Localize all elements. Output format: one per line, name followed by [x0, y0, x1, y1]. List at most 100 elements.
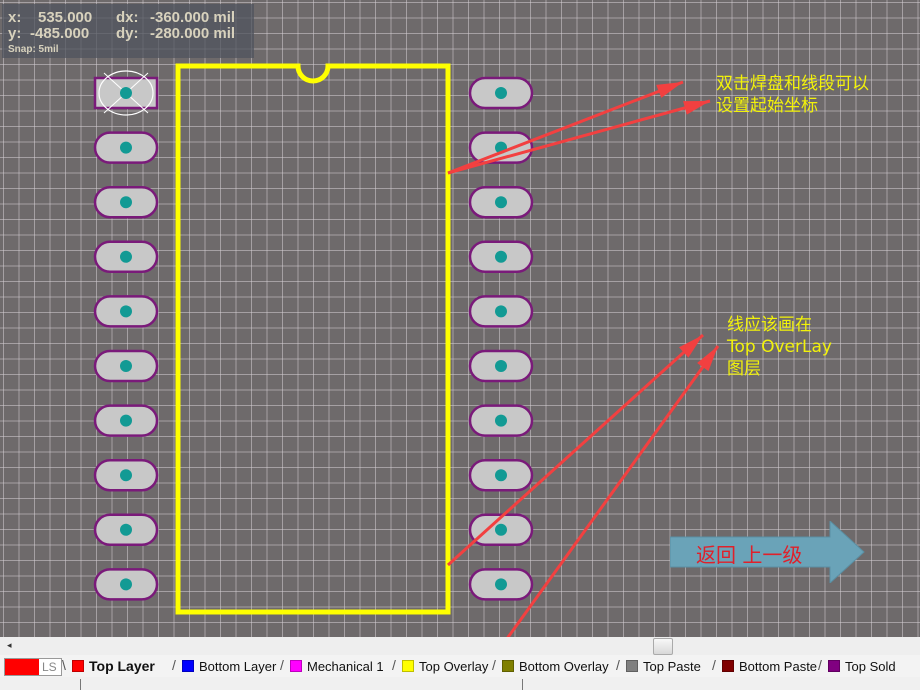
layer-tab-label: Bottom Paste — [739, 658, 818, 674]
current-layer-selector[interactable]: LS — [4, 658, 62, 676]
dx-label: dx: — [116, 9, 139, 26]
layer-selector-label: LS — [42, 660, 57, 674]
dy-label: dy: — [116, 25, 139, 42]
pad-hole — [495, 578, 507, 591]
layer-tab-label: Mechanical 1 — [307, 658, 384, 674]
pad[interactable] — [468, 568, 534, 601]
pad-hole — [495, 360, 507, 372]
status-bar — [0, 677, 920, 690]
x-value: 535.000 — [38, 9, 93, 26]
x-label: x: — [8, 9, 22, 26]
pad[interactable] — [93, 568, 159, 601]
layer-color-swatch — [72, 660, 84, 672]
pad[interactable] — [468, 458, 534, 492]
layer-tab[interactable]: Bottom Layer — [182, 656, 276, 676]
pad[interactable] — [468, 76, 534, 110]
layer-color-swatch — [502, 660, 514, 672]
pad-hole — [120, 360, 132, 372]
layer-tab-label: Bottom Overlay — [519, 658, 609, 674]
pad-hole — [120, 141, 132, 154]
pad-hole — [495, 305, 507, 318]
tab-separator: / — [712, 657, 716, 673]
annotation-line: 设置起始坐标 — [716, 96, 818, 116]
callout-arrowhead — [697, 346, 718, 372]
callout-arrowhead — [683, 101, 710, 115]
pad[interactable] — [468, 240, 534, 274]
tab-separator: / — [492, 657, 496, 673]
snap-readout: Snap: 5mil — [8, 44, 59, 55]
pad-hole — [495, 469, 507, 482]
layer-tab-label: Top Layer — [89, 658, 155, 674]
y-label: y: — [8, 25, 22, 42]
callout-arrowhead — [656, 82, 683, 98]
layer-tab[interactable]: Bottom Overlay — [502, 656, 609, 676]
layer-tab[interactable]: Top Paste — [626, 656, 701, 676]
pad-hole — [495, 523, 507, 536]
status-divider — [80, 679, 81, 690]
pad[interactable] — [93, 458, 159, 492]
layer-tab[interactable]: Top Overlay — [402, 656, 488, 676]
pad[interactable] — [93, 240, 159, 274]
pad[interactable] — [93, 295, 159, 328]
pad-hole — [120, 578, 132, 591]
layer-tab-label: Top Sold — [845, 658, 896, 674]
pad-hole — [120, 196, 132, 209]
scroll-left-arrow-icon[interactable]: ◂ — [7, 640, 12, 651]
pad-hole — [495, 250, 507, 263]
tab-separator: / — [172, 657, 176, 673]
pad[interactable] — [93, 513, 159, 547]
layer-color-swatch — [182, 660, 194, 672]
dy-value: -280.000 mil — [150, 25, 236, 42]
layer-tab[interactable]: Top Sold — [828, 656, 896, 676]
pad[interactable] — [468, 185, 534, 219]
layer-color-swatch — [828, 660, 840, 672]
scrollbar-thumb[interactable] — [653, 638, 673, 655]
dx-value: -360.000 mil — [150, 9, 236, 26]
pcb-canvas[interactable]: x: 535.000 dx: -360.000 mil y: -485.000 … — [0, 0, 920, 637]
pad-hole — [120, 250, 132, 263]
tab-separator: / — [818, 657, 822, 673]
pad[interactable] — [93, 131, 159, 164]
horizontal-scrollbar[interactable]: ◂ — [0, 637, 920, 655]
layer-color-swatch — [290, 660, 302, 672]
annotation-layer-hint: 线应该画在 Top OverLay 图层 — [727, 314, 832, 380]
layer-tab-label: Bottom Layer — [199, 658, 277, 674]
current-layer-color — [5, 659, 39, 675]
annotation-line: 双击焊盘和线段可以 — [716, 74, 869, 94]
pad-hole — [120, 414, 132, 427]
pad[interactable] — [93, 70, 159, 116]
layer-tab[interactable]: Bottom Paste — [722, 656, 817, 676]
annotation-line: 线应该画在 — [727, 315, 812, 335]
layer-tab[interactable]: Mechanical 1 — [290, 656, 384, 676]
status-divider — [522, 679, 523, 690]
tab-separator: / — [616, 657, 620, 673]
pad[interactable] — [93, 185, 159, 219]
layer-color-swatch — [722, 660, 734, 672]
annotation-set-coordinates: 双击焊盘和线段可以 设置起始坐标 — [716, 73, 869, 117]
pad-hole — [120, 305, 132, 318]
y-value: -485.000 — [30, 25, 90, 42]
pad[interactable] — [468, 349, 534, 383]
pad[interactable] — [468, 404, 534, 437]
pad-hole — [495, 196, 507, 209]
layer-tab-label: Top Paste — [643, 658, 701, 674]
tab-separator: / — [392, 657, 396, 673]
component-outline — [175, 63, 451, 615]
layer-tab[interactable]: Top Layer — [72, 656, 155, 676]
pad[interactable] — [468, 513, 534, 547]
pad[interactable] — [468, 295, 534, 328]
coordinate-readout: x: 535.000 dx: -360.000 mil y: -485.000 … — [2, 4, 254, 58]
back-to-previous-button[interactable]: 返回 上一级 — [670, 521, 866, 583]
annotation-line: Top OverLay — [727, 337, 832, 357]
back-button-label: 返回 上一级 — [696, 543, 803, 567]
pad-hole — [120, 523, 132, 536]
pad-hole — [120, 469, 132, 482]
pad-hole — [495, 414, 507, 427]
layer-tab-bar: LS \ Top Layer / Bottom Layer / Mechanical 1/… — [0, 655, 920, 678]
pad-hole — [495, 87, 507, 99]
pad[interactable] — [93, 349, 159, 383]
pad[interactable] — [93, 404, 159, 437]
tab-separator: / — [280, 657, 284, 673]
annotation-line: 图层 — [727, 359, 761, 379]
layer-tab-label: Top Overlay — [419, 658, 489, 674]
